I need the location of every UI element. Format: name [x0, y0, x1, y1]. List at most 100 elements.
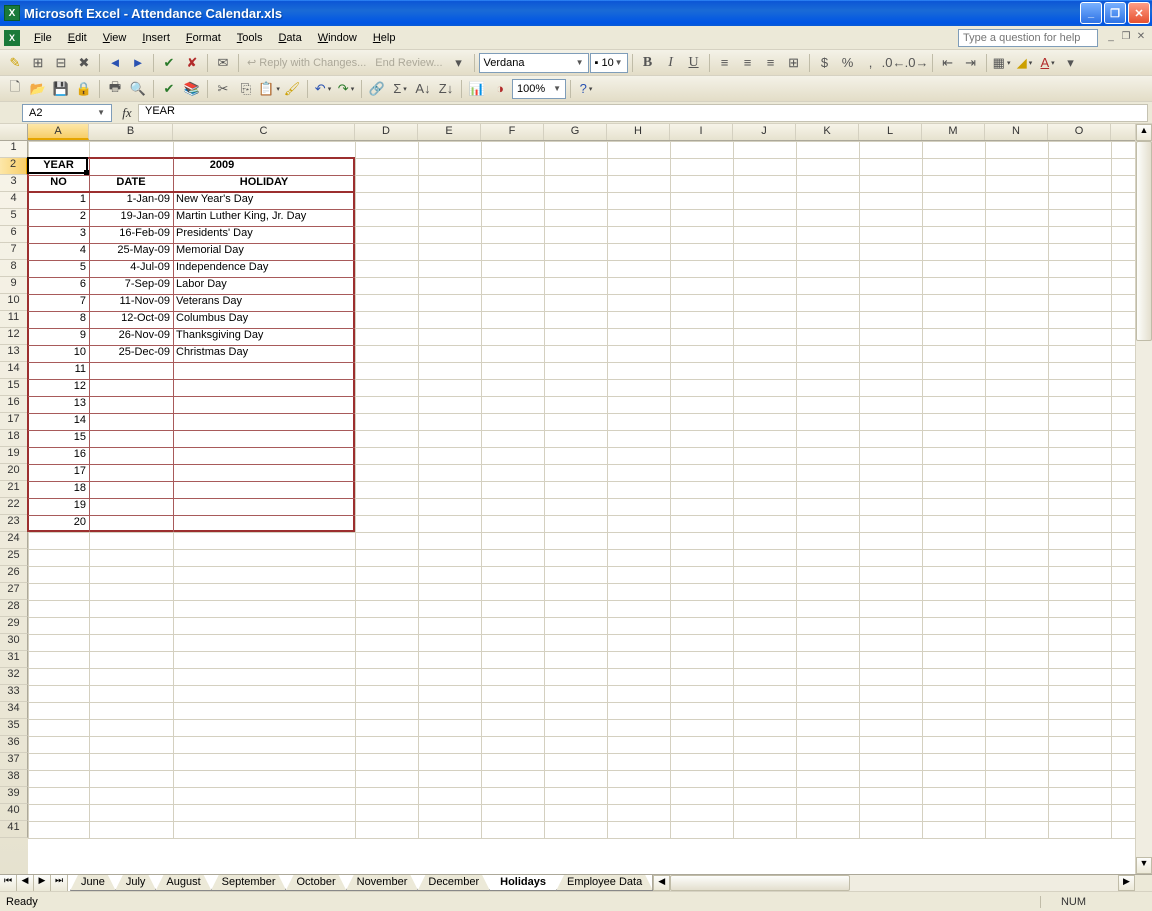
- permission-button[interactable]: 🔒: [73, 78, 95, 100]
- row-header-3[interactable]: 3: [0, 175, 28, 192]
- cell-holiday[interactable]: [173, 379, 355, 396]
- paste-button[interactable]: 📋: [258, 78, 280, 100]
- row-header-40[interactable]: 40: [0, 804, 28, 821]
- menu-window[interactable]: Window: [310, 30, 365, 46]
- row-header-22[interactable]: 22: [0, 498, 28, 515]
- cell-no[interactable]: 20: [28, 515, 89, 532]
- row-header-21[interactable]: 21: [0, 481, 28, 498]
- cell-no[interactable]: 6: [28, 277, 89, 294]
- cell-holiday[interactable]: [173, 481, 355, 498]
- sheet-tab-november[interactable]: November: [346, 875, 419, 891]
- show-comment-icon[interactable]: ⊞: [27, 52, 49, 74]
- cell-date[interactable]: [89, 447, 173, 464]
- column-header-K[interactable]: K: [796, 124, 859, 140]
- increase-indent-button[interactable]: ⇥: [960, 52, 982, 74]
- cell-holiday[interactable]: [173, 464, 355, 481]
- row-header-20[interactable]: 20: [0, 464, 28, 481]
- column-header-G[interactable]: G: [544, 124, 607, 140]
- end-review-button[interactable]: End Review...: [371, 57, 446, 69]
- row-header-1[interactable]: 1: [0, 141, 28, 158]
- row-header-2[interactable]: 2: [0, 158, 28, 175]
- cell-date[interactable]: [89, 379, 173, 396]
- cell-holiday[interactable]: [173, 430, 355, 447]
- column-header-D[interactable]: D: [355, 124, 418, 140]
- row-header-37[interactable]: 37: [0, 753, 28, 770]
- show-all-comments-icon[interactable]: ⊟: [50, 52, 72, 74]
- cell-date[interactable]: [89, 362, 173, 379]
- toolbar-options-icon[interactable]: ▾: [448, 52, 470, 74]
- row-header-38[interactable]: 38: [0, 770, 28, 787]
- mdi-close-button[interactable]: ✕: [1134, 31, 1148, 45]
- autosum-button[interactable]: Σ: [389, 78, 411, 100]
- cell-no[interactable]: 1: [28, 192, 89, 209]
- column-header-C[interactable]: C: [173, 124, 355, 140]
- menu-insert[interactable]: Insert: [134, 30, 178, 46]
- cut-button[interactable]: ✂: [212, 78, 234, 100]
- save-button[interactable]: 💾: [50, 78, 72, 100]
- sheet-tab-employee-data[interactable]: Employee Data: [556, 875, 653, 891]
- new-button[interactable]: 🗋: [4, 78, 26, 100]
- redo-button[interactable]: ↷: [335, 78, 357, 100]
- menu-help[interactable]: Help: [365, 30, 404, 46]
- row-header-17[interactable]: 17: [0, 413, 28, 430]
- cell-no[interactable]: 13: [28, 396, 89, 413]
- sheet-tab-august[interactable]: August: [155, 875, 211, 891]
- row-header-39[interactable]: 39: [0, 787, 28, 804]
- row-header-35[interactable]: 35: [0, 719, 28, 736]
- new-comment-icon[interactable]: ✎: [4, 52, 26, 74]
- sort-desc-button[interactable]: Z↓: [435, 78, 457, 100]
- cell-date[interactable]: 7-Sep-09: [89, 277, 173, 294]
- row-header-13[interactable]: 13: [0, 345, 28, 362]
- row-header-7[interactable]: 7: [0, 243, 28, 260]
- row-header-32[interactable]: 32: [0, 668, 28, 685]
- cell-holiday[interactable]: Independence Day: [173, 260, 355, 277]
- align-left-button[interactable]: ≡: [714, 52, 736, 74]
- scroll-right-button[interactable]: ▶: [1118, 875, 1135, 891]
- menu-view[interactable]: View: [95, 30, 135, 46]
- undo-button[interactable]: ↶: [312, 78, 334, 100]
- font-size-combo[interactable]: ▪ 10▼: [590, 53, 628, 73]
- sheet-tab-december[interactable]: December: [417, 875, 490, 891]
- minimize-button[interactable]: _: [1080, 2, 1102, 24]
- font-color-button[interactable]: A: [1037, 52, 1059, 74]
- cell-holiday[interactable]: [173, 515, 355, 532]
- column-header-H[interactable]: H: [607, 124, 670, 140]
- cell-no[interactable]: 2: [28, 209, 89, 226]
- fx-button[interactable]: fx: [116, 105, 138, 121]
- mdi-minimize-button[interactable]: _: [1104, 31, 1118, 45]
- column-header-J[interactable]: J: [733, 124, 796, 140]
- scroll-left-button[interactable]: ◀: [653, 875, 670, 891]
- menu-file[interactable]: File: [26, 30, 60, 46]
- hscroll-thumb[interactable]: [670, 875, 850, 891]
- chart-wizard-button[interactable]: 📊: [466, 78, 488, 100]
- cell-holiday[interactable]: [173, 413, 355, 430]
- row-header-10[interactable]: 10: [0, 294, 28, 311]
- cell-year-value[interactable]: 2009: [89, 158, 355, 175]
- cell-holiday[interactable]: Martin Luther King, Jr. Day: [173, 209, 355, 226]
- row-header-24[interactable]: 24: [0, 532, 28, 549]
- horizontal-scrollbar[interactable]: ◀ ▶: [653, 875, 1135, 891]
- row-header-15[interactable]: 15: [0, 379, 28, 396]
- row-header-34[interactable]: 34: [0, 702, 28, 719]
- cell-date[interactable]: [89, 430, 173, 447]
- cells-grid[interactable]: YEAR2009NODATEHOLIDAY11-Jan-09New Year's…: [28, 141, 1135, 874]
- tab-nav-last[interactable]: ⏭: [51, 875, 68, 891]
- cell-no[interactable]: 3: [28, 226, 89, 243]
- row-header-27[interactable]: 27: [0, 583, 28, 600]
- send-mail-icon[interactable]: ✉: [212, 52, 234, 74]
- scroll-down-button[interactable]: ▼: [1136, 857, 1152, 874]
- scroll-up-button[interactable]: ▲: [1136, 124, 1152, 141]
- cell-holiday[interactable]: Memorial Day: [173, 243, 355, 260]
- underline-button[interactable]: U: [683, 52, 705, 74]
- cell-date[interactable]: [89, 413, 173, 430]
- row-header-36[interactable]: 36: [0, 736, 28, 753]
- drawing-button[interactable]: ◑: [489, 78, 511, 100]
- cell-date[interactable]: 12-Oct-09: [89, 311, 173, 328]
- open-button[interactable]: 📂: [27, 78, 49, 100]
- cell-holiday[interactable]: [173, 396, 355, 413]
- cell-date[interactable]: 16-Feb-09: [89, 226, 173, 243]
- column-header-O[interactable]: O: [1048, 124, 1111, 140]
- row-header-9[interactable]: 9: [0, 277, 28, 294]
- row-header-25[interactable]: 25: [0, 549, 28, 566]
- bold-button[interactable]: B: [637, 52, 659, 74]
